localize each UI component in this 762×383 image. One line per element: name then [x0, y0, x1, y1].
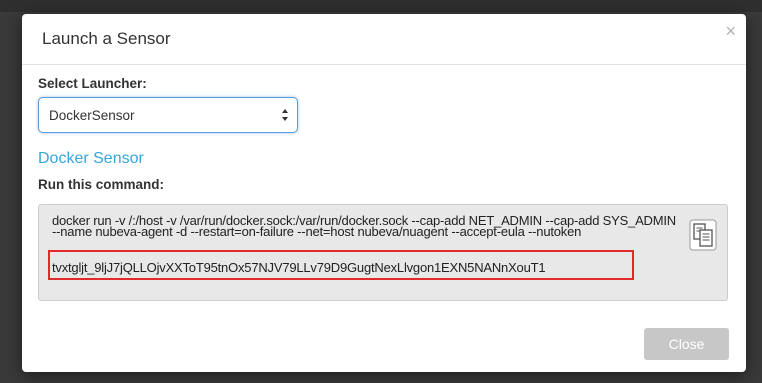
- launch-sensor-dialog: Launch a Sensor × Select Launcher: Docke…: [22, 14, 746, 372]
- command-box[interactable]: docker run -v /:/host -v /var/run/docker…: [38, 204, 728, 301]
- launcher-select-value: DockerSensor: [49, 108, 135, 123]
- select-launcher-label: Select Launcher:: [38, 76, 147, 91]
- launcher-select[interactable]: DockerSensor: [38, 97, 298, 133]
- dialog-title: Launch a Sensor: [42, 29, 171, 48]
- run-command-label: Run this command:: [38, 177, 165, 192]
- command-text[interactable]: docker run -v /:/host -v /var/run/docker…: [52, 214, 682, 238]
- token-highlight: [48, 250, 634, 280]
- copy-clipboard-icon[interactable]: [689, 219, 717, 251]
- dialog-header: Launch a Sensor ×: [22, 14, 746, 65]
- docker-sensor-link[interactable]: Docker Sensor: [38, 150, 144, 168]
- close-button[interactable]: Close: [644, 328, 729, 360]
- background-overlay: [0, 0, 762, 12]
- close-icon[interactable]: ×: [725, 22, 736, 40]
- select-arrows-icon: [282, 109, 288, 121]
